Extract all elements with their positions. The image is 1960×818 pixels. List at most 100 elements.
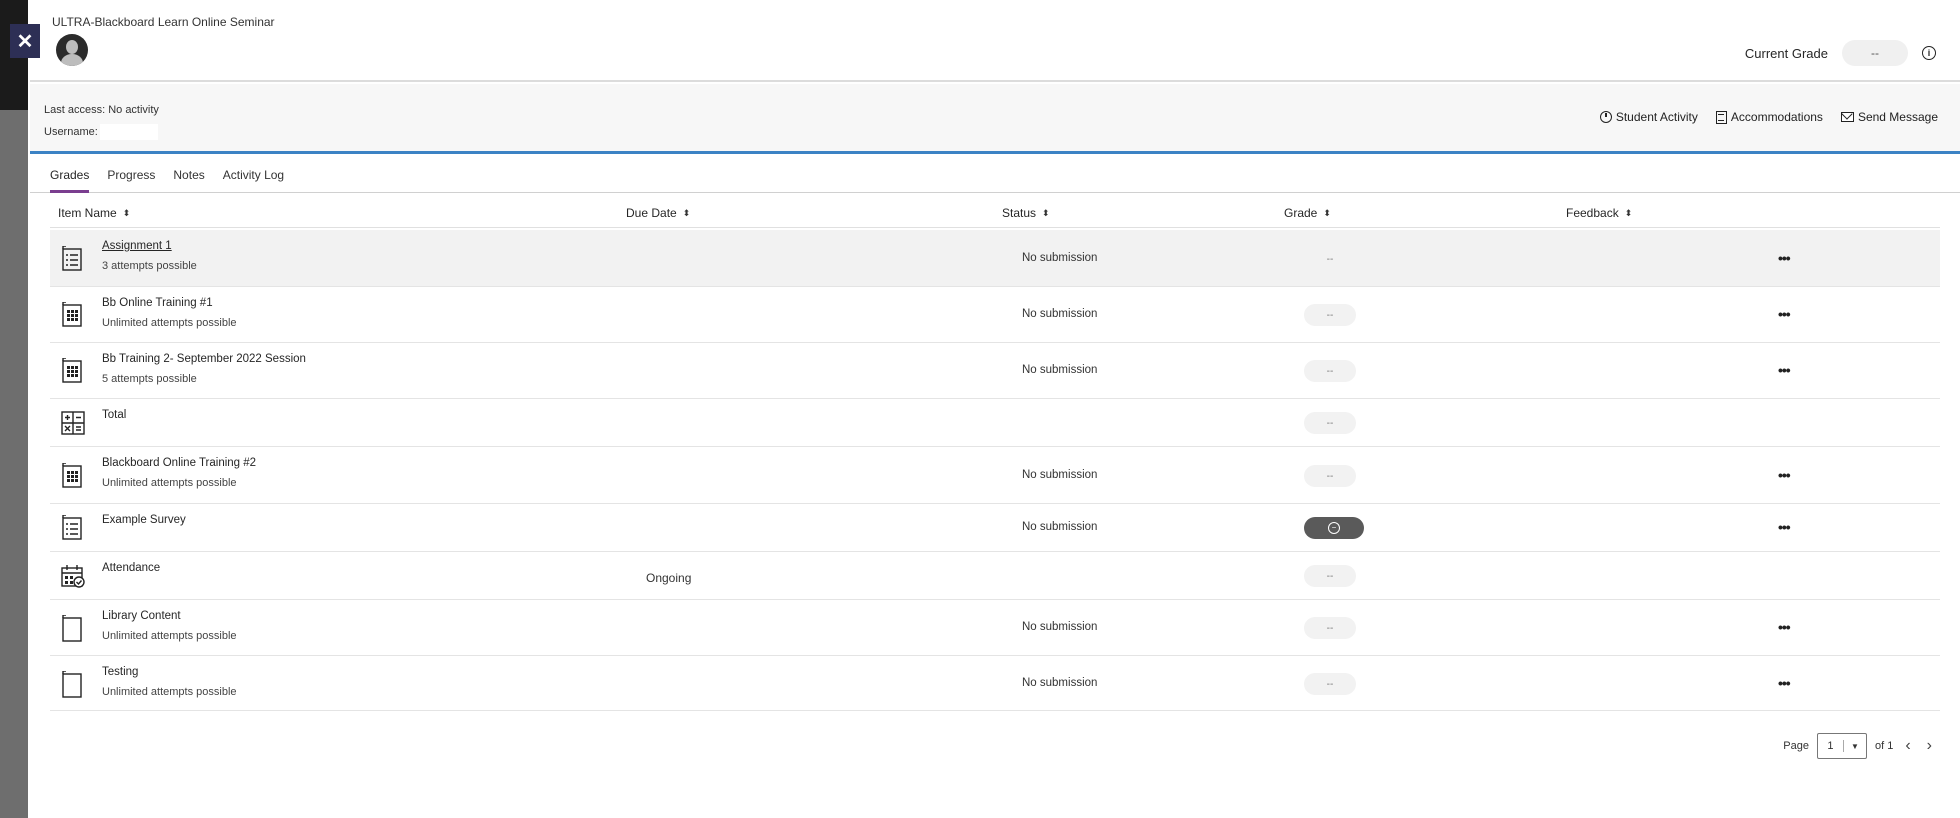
page-of: of 1 [1874,740,1894,752]
send-message-button[interactable]: Send Message [1840,110,1938,124]
page-select[interactable]: 1 ▼ [1816,733,1867,759]
more-options-icon[interactable]: ••• [1778,519,1791,535]
table-row: Total -- [50,399,1940,447]
tab-notes[interactable]: Notes [173,160,204,193]
page-number: 1 [1818,740,1844,752]
submission-status: No submission [1022,677,1098,689]
column-feedback[interactable]: Feedback ⬍ [1566,206,1632,220]
column-due-date-label: Due Date [626,206,677,220]
page-label: Page [1783,740,1809,752]
accommodations-label: Accommodations [1730,110,1823,124]
item-name[interactable]: Testing [102,666,138,678]
grade-pill[interactable]: -- [1304,565,1356,587]
mail-icon [1840,112,1854,122]
test-icon [60,357,84,383]
grade-pill[interactable]: -- [1304,673,1356,695]
info-icon[interactable]: i [1922,46,1936,60]
minus-circle-icon: − [1328,522,1340,534]
grade-pill[interactable]: -- [1304,304,1356,326]
document-icon [60,614,84,642]
calculation-icon [60,410,85,435]
item-attempts: 3 attempts possible [102,260,197,272]
column-status-label: Status [1002,206,1037,220]
tab-grades[interactable]: Grades [50,160,90,193]
table-row: Blackboard Online Training #2 Unlimited a… [50,447,1940,504]
sort-icon: ⬍ [1624,207,1633,218]
item-attempts: Unlimited attempts possible [102,686,237,698]
item-name[interactable]: Total [102,409,126,421]
panel-header: ULTRA-Blackboard Learn Online Seminar Cu… [30,0,1960,82]
column-feedback-label: Feedback [1566,206,1619,220]
accommodations-button[interactable]: Accommodations [1715,110,1823,124]
tab-activity-log[interactable]: Activity Log [223,160,284,193]
more-options-icon[interactable]: ••• [1778,362,1791,378]
pagination: Page 1 ▼ of 1 ‹ › [1783,733,1936,759]
submission-status: No submission [1022,308,1098,320]
grade-pill[interactable]: -- [1304,465,1356,487]
item-attempts: Unlimited attempts possible [102,477,237,489]
grade-pill[interactable]: -- [1304,617,1356,639]
previous-page-icon[interactable]: ‹ [1901,737,1914,755]
grade-pill[interactable]: -- [1304,248,1356,270]
item-name[interactable]: Assignment 1 [102,240,172,252]
table-row: Testing Unlimited attempts possible No sub… [50,656,1940,711]
tab-progress[interactable]: Progress [107,160,155,193]
more-options-icon[interactable]: ••• [1778,467,1791,483]
more-options-icon[interactable]: ••• [1778,306,1791,322]
item-attempts: Unlimited attempts possible [102,317,237,329]
current-grade-label: Current Grade [1744,45,1828,61]
assignment-icon [60,245,84,271]
student-actions: Student Activity Accommodations Send Mes… [1599,110,1938,124]
close-button[interactable]: ✕ [10,24,40,58]
more-options-icon[interactable]: ••• [1778,675,1791,691]
student-activity-label: Student Activity [1615,110,1698,124]
student-grades-panel: ULTRA-Blackboard Learn Online Seminar Cu… [30,0,1960,818]
column-grade-label: Grade [1284,206,1318,220]
table-row: Assignment 1 3 attempts possible No submis… [50,230,1940,287]
course-title: ULTRA-Blackboard Learn Online Seminar [52,15,275,29]
last-access: Last access: No activity [44,104,159,116]
student-activity-button[interactable]: Student Activity [1599,110,1698,124]
column-due-date[interactable]: Due Date ⬍ [626,206,690,220]
username: Username: [44,124,158,140]
grade-pill[interactable]: -- [1304,360,1356,382]
column-item-name[interactable]: Item Name ⬍ [58,206,130,220]
background-rail [0,0,28,818]
username-value [99,124,158,140]
item-name[interactable]: Attendance [102,562,160,574]
attendance-icon [60,563,85,588]
username-label: Username: [44,126,98,138]
table-row: Bb Training 2- September 2022 Session 5 a… [50,343,1940,399]
current-grade-value[interactable]: -- [1842,40,1908,66]
test-icon [60,462,84,488]
sort-icon: ⬍ [1042,207,1050,218]
survey-icon [60,514,84,540]
item-name[interactable]: Blackboard Online Training #2 [102,457,256,469]
next-page-icon[interactable]: › [1923,737,1936,755]
column-status[interactable]: Status ⬍ [1002,206,1050,220]
item-attempts: Unlimited attempts possible [102,630,237,642]
item-name[interactable]: Bb Online Training #1 [102,297,213,309]
grades-table-header: Item Name ⬍ Due Date ⬍ Status ⬍ Grade ⬍ Feed… [50,198,1940,228]
due-date: Ongoing [646,571,692,585]
sort-icon: ⬍ [122,207,131,218]
avatar [56,34,88,66]
send-message-label: Send Message [1857,110,1938,124]
more-options-icon[interactable]: ••• [1778,619,1791,635]
grade-pill[interactable]: -- [1304,412,1356,434]
item-name[interactable]: Library Content [102,610,181,622]
item-name[interactable]: Example Survey [102,514,186,526]
dropdown-arrow-icon: ▼ [1851,741,1859,751]
column-grade[interactable]: Grade ⬍ [1284,206,1331,220]
sort-icon: ⬍ [1323,207,1331,218]
item-name[interactable]: Bb Training 2- September 2022 Session [102,353,306,365]
grade-exempt-pill[interactable]: − [1304,517,1364,539]
more-options-icon[interactable]: ••• [1778,250,1791,266]
submission-status: No submission [1022,621,1098,633]
current-grade: Current Grade -- i [1745,40,1936,66]
test-icon [60,301,84,327]
submission-status: No submission [1022,252,1098,264]
column-item-name-label: Item Name [58,206,117,220]
table-row: Library Content Unlimited attempts possib… [50,600,1940,656]
tab-bar: Grades Progress Notes Activity Log [30,160,1960,193]
